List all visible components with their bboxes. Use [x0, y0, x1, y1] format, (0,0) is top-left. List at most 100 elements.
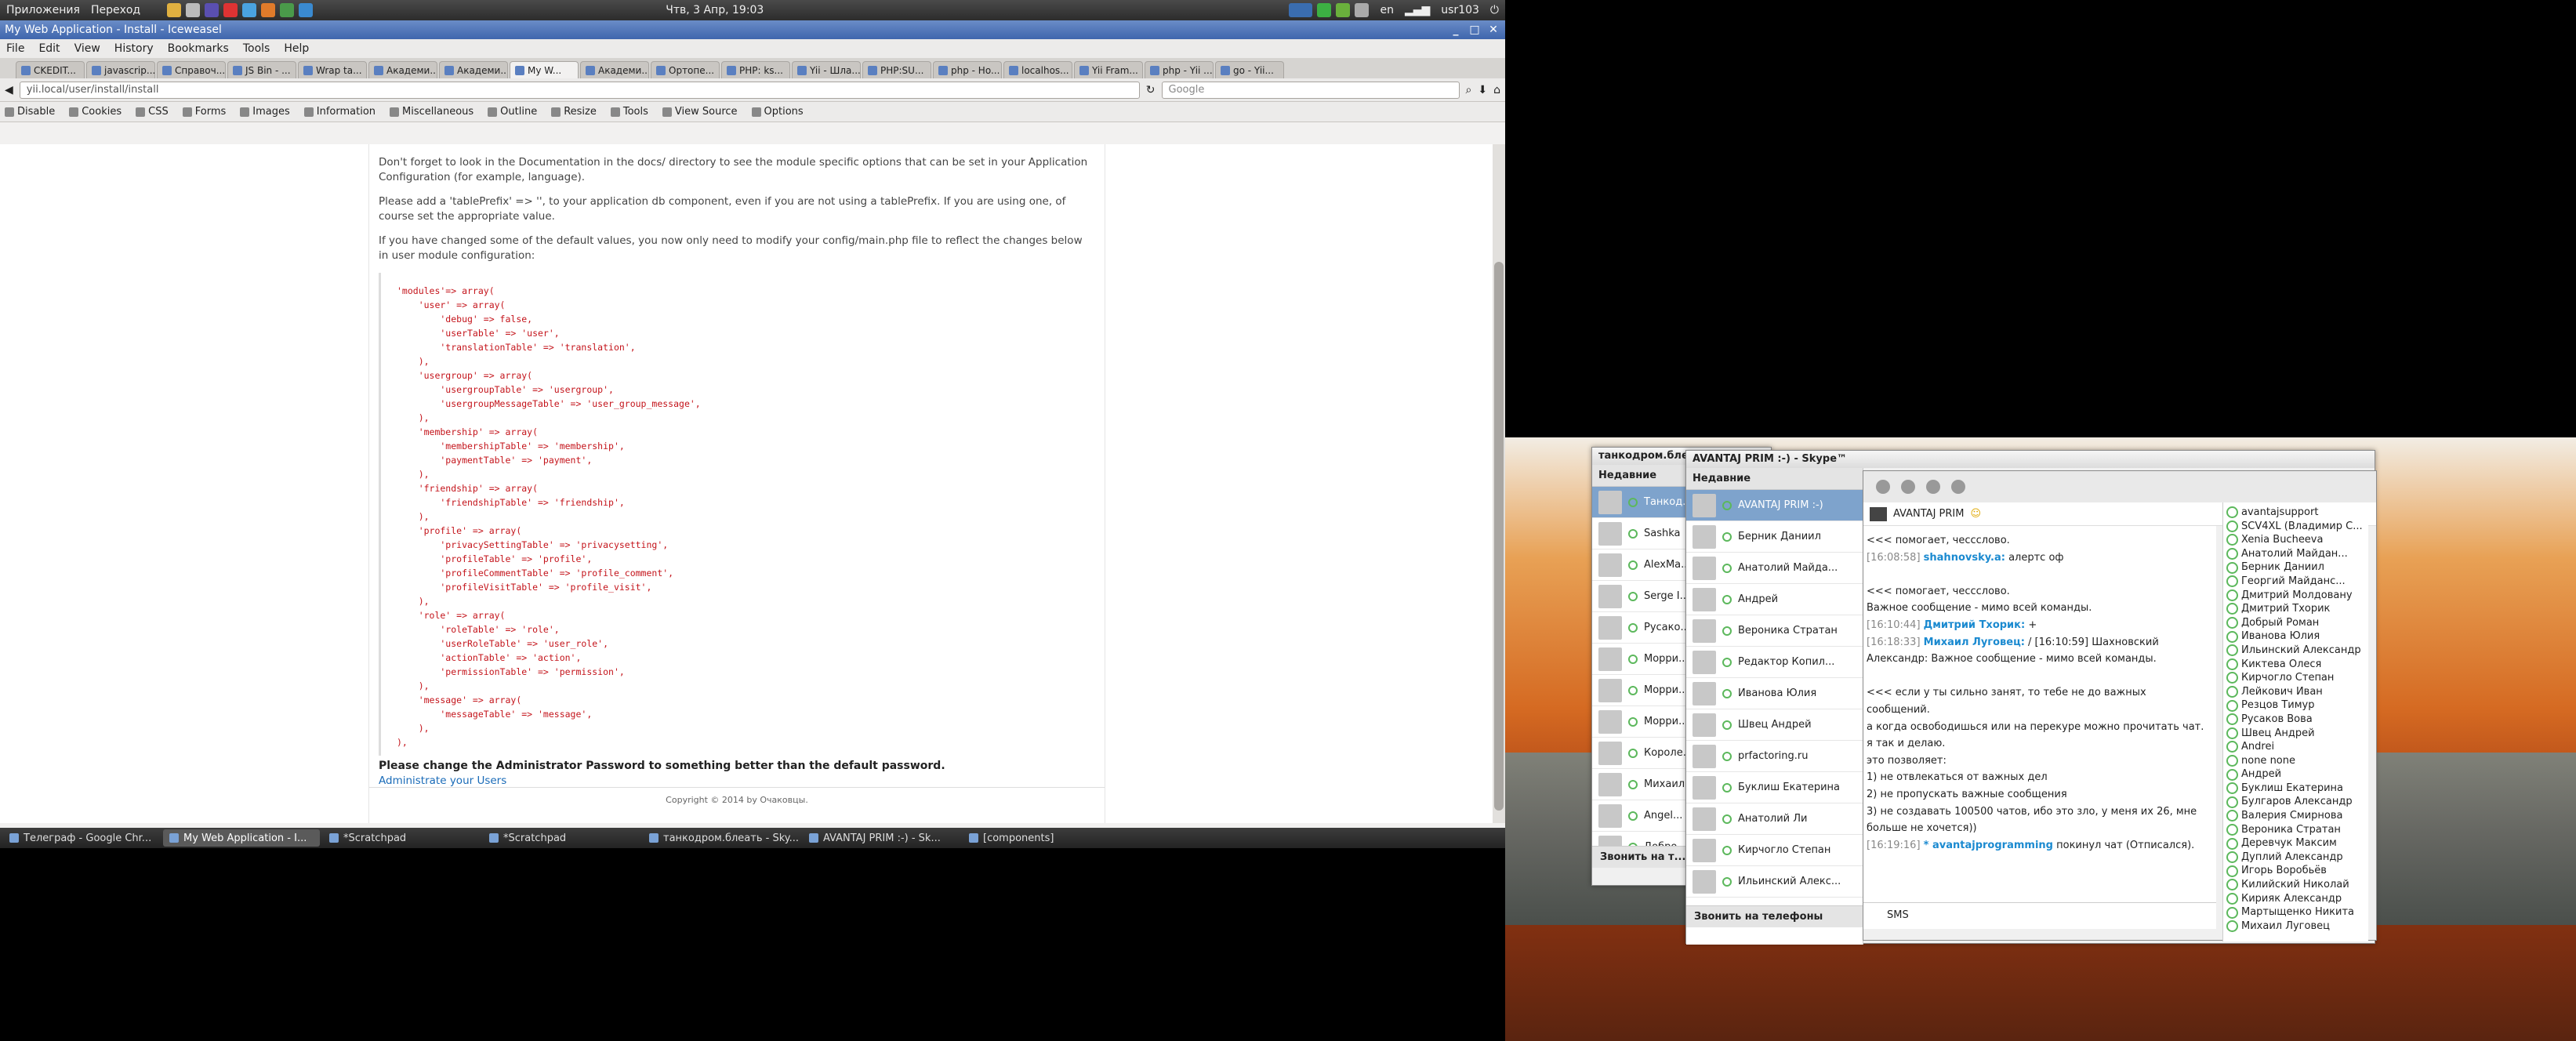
browser-tab[interactable]: javascrip...: [86, 61, 155, 78]
contact-item[interactable]: Берник Даниил: [1686, 521, 1863, 553]
member-item[interactable]: Швец Андрей: [2226, 727, 2365, 741]
member-item[interactable]: Лейкович Иван: [2226, 685, 2365, 699]
menu-view[interactable]: View: [74, 42, 100, 55]
network-icon[interactable]: ▂▄▆: [1405, 4, 1430, 16]
filezilla-icon[interactable]: [223, 3, 238, 17]
call-icon[interactable]: [1876, 480, 1890, 494]
contact-item[interactable]: Швец Андрей: [1686, 709, 1863, 741]
devbar-item[interactable]: Disable: [5, 106, 55, 118]
member-item[interactable]: Буклиш Екатерина: [2226, 782, 2365, 796]
member-item[interactable]: Xenia Bucheeva: [2226, 533, 2365, 547]
taskbar-item[interactable]: *Scratchpad: [323, 829, 480, 847]
member-item[interactable]: Георгий Майданс...: [2226, 575, 2365, 589]
member-item[interactable]: Булгаров Александр: [2226, 795, 2365, 809]
devbar-item[interactable]: CSS: [136, 106, 169, 118]
call-phones-button[interactable]: Звонить на телефоны: [1686, 905, 1863, 927]
applications-menu[interactable]: Приложения: [6, 4, 80, 16]
contact-item[interactable]: Андрей: [1686, 584, 1863, 615]
menu-help[interactable]: Help: [284, 42, 309, 55]
browser-tab[interactable]: Yii - Шла...: [792, 61, 861, 78]
contact-item[interactable]: Редактор Копил...: [1686, 647, 1863, 678]
contact-item[interactable]: Вероника Стратан: [1686, 615, 1863, 647]
browser-tab[interactable]: Академи...: [580, 61, 649, 78]
browser-tab[interactable]: PHP:SU...: [862, 61, 931, 78]
window-titlebar[interactable]: My Web Application - Install - Iceweasel…: [0, 20, 1505, 39]
browser-tab[interactable]: PHP: ks...: [721, 61, 790, 78]
browser-tab[interactable]: Wrap ta...: [298, 61, 367, 78]
member-item[interactable]: Резцов Тимур: [2226, 698, 2365, 713]
member-item[interactable]: Берник Даниил: [2226, 560, 2365, 575]
member-item[interactable]: Иванова Юлия: [2226, 629, 2365, 644]
reload-icon[interactable]: ↻: [1146, 84, 1156, 96]
menu-tools[interactable]: Tools: [243, 42, 270, 55]
chrome-icon[interactable]: [280, 3, 295, 17]
contact-item[interactable]: Буклиш Екатерина: [1686, 772, 1863, 803]
member-item[interactable]: Дмитрий Молдовану: [2226, 589, 2365, 603]
minimize-icon[interactable]: _: [1449, 24, 1463, 36]
taskbar-item[interactable]: My Web Application - I...: [163, 829, 320, 847]
taskbar-item[interactable]: AVANTAJ PRIM :-) - Sk...: [803, 829, 960, 847]
download-icon[interactable]: ⬇: [1478, 84, 1487, 96]
devbar-item[interactable]: Information: [303, 106, 376, 118]
folder-icon[interactable]: [167, 3, 182, 17]
devbar-item[interactable]: Outline: [488, 106, 537, 118]
vlc-icon[interactable]: [261, 3, 276, 17]
search-input[interactable]: Google: [1161, 81, 1460, 99]
maximize-icon[interactable]: □: [1468, 24, 1482, 36]
member-item[interactable]: Кирчогло Степан: [2226, 671, 2365, 685]
home-icon[interactable]: ⌂: [1493, 84, 1500, 96]
contact-item[interactable]: Ильинский Алекс...: [1686, 866, 1863, 898]
devbar-item[interactable]: Resize: [551, 106, 597, 118]
administrate-users-link[interactable]: Administrate your Users: [379, 774, 506, 787]
devbar-item[interactable]: Miscellaneous: [390, 106, 473, 118]
member-item[interactable]: Русаков Вова: [2226, 713, 2365, 727]
keyboard-layout[interactable]: en: [1380, 4, 1394, 16]
browser-tab[interactable]: Академи...: [368, 61, 437, 78]
skype-status-icon[interactable]: [1336, 3, 1351, 17]
message-input[interactable]: SMS: [1863, 902, 2216, 929]
scroll-thumb[interactable]: [1494, 262, 1504, 811]
devbar-item[interactable]: View Source: [662, 106, 738, 118]
member-item[interactable]: Дмитрий Тхорик: [2226, 602, 2365, 616]
member-item[interactable]: Добрый Роман: [2226, 616, 2365, 630]
browser-tab[interactable]: Справоч...: [157, 61, 226, 78]
member-item[interactable]: Кирияк Александр: [2226, 892, 2365, 906]
browser-tab[interactable]: My W...: [510, 61, 579, 78]
close-icon[interactable]: ✕: [1486, 24, 1500, 36]
url-bar[interactable]: yii.local/user/install/install: [19, 81, 1140, 99]
browser-tab[interactable]: Yii Fram...: [1074, 61, 1143, 78]
devbar-item[interactable]: Images: [240, 106, 290, 118]
devbar-item[interactable]: Forms: [182, 106, 226, 118]
settings-icon[interactable]: [1951, 480, 1965, 494]
member-item[interactable]: Анатолий Майдан...: [2226, 547, 2365, 561]
user-menu[interactable]: usr103: [1441, 4, 1479, 16]
member-item[interactable]: Игорь Воробьёв: [2226, 864, 2365, 878]
power-icon[interactable]: ⏻: [1490, 4, 1499, 16]
back-icon[interactable]: ◀: [5, 84, 13, 96]
menu-edit[interactable]: Edit: [38, 42, 60, 55]
terminal-icon[interactable]: [186, 3, 201, 17]
browser-tab[interactable]: go - Yii...: [1215, 61, 1284, 78]
member-item[interactable]: avantajsupport: [2226, 506, 2365, 520]
member-item[interactable]: Вероника Стратан: [2226, 823, 2365, 837]
member-item[interactable]: Михаил Луговец: [2226, 919, 2365, 934]
menu-bookmarks[interactable]: Bookmarks: [168, 42, 229, 55]
member-item[interactable]: Ильинский Александр: [2226, 644, 2365, 658]
contact-item[interactable]: AVANTAJ PRIM :-): [1686, 490, 1863, 521]
member-item[interactable]: Дуплий Александр: [2226, 851, 2365, 865]
volume-icon[interactable]: [1355, 3, 1370, 17]
contact-item[interactable]: Анатолий Ли: [1686, 803, 1863, 835]
browser-tab[interactable]: CKEDIT...: [16, 61, 85, 78]
member-item[interactable]: Андрей: [2226, 767, 2365, 782]
devbar-item[interactable]: Tools: [610, 106, 648, 118]
history-icon[interactable]: [1926, 480, 1940, 494]
member-item[interactable]: Килийский Николай: [2226, 878, 2365, 892]
member-item[interactable]: Валерия Смирнова: [2226, 809, 2365, 823]
browser-tab[interactable]: localhos...: [1003, 61, 1072, 78]
member-item[interactable]: SCV4XL (Владимир С...: [2226, 520, 2365, 534]
browser-tab[interactable]: php - Ho...: [933, 61, 1002, 78]
member-item[interactable]: Киктева Олеся: [2226, 658, 2365, 672]
contact-item[interactable]: Анатолий Майда...: [1686, 553, 1863, 584]
taskbar-item[interactable]: *Scratchpad: [483, 829, 640, 847]
skype-front-title[interactable]: AVANTAJ PRIM :-) - Skype™: [1686, 451, 2375, 468]
